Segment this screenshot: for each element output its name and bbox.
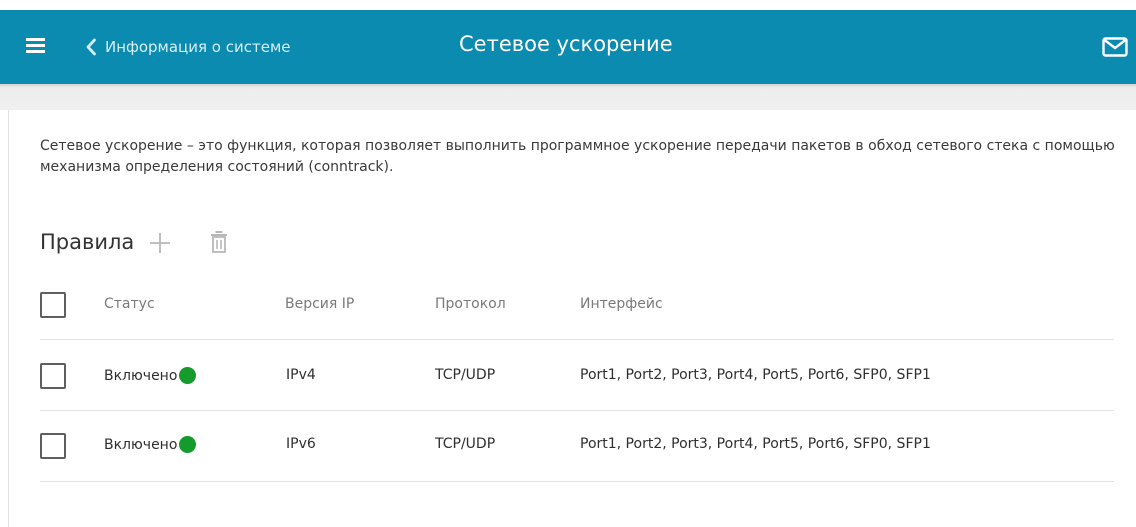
page-title: Сетевое ускорение — [459, 32, 673, 56]
plus-icon — [150, 233, 170, 253]
status-indicator-dot — [179, 436, 197, 453]
row-checkbox[interactable] — [40, 363, 66, 389]
status-cell: Включено — [104, 436, 197, 453]
status-indicator-dot — [179, 367, 197, 384]
column-header-interface: Интерфейс — [580, 296, 663, 312]
protocol-cell: TCP/UDP — [435, 436, 496, 452]
hamburger-menu-icon[interactable] — [26, 38, 45, 54]
ip-version-cell: IPv6 — [286, 436, 316, 452]
top-app-bar: Информация о системе Сетевое ускорение — [0, 10, 1136, 84]
table-row-divider — [40, 410, 1114, 411]
chevron-left-icon — [86, 38, 96, 56]
table-divider — [40, 339, 1114, 340]
interface-cell: Port1, Port2, Port3, Port4, Port5, Port6… — [580, 367, 931, 383]
back-link-label: Информация о системе — [105, 38, 291, 56]
protocol-cell: TCP/UDP — [435, 367, 496, 383]
select-all-checkbox[interactable] — [40, 292, 66, 318]
status-label: Включено — [104, 436, 178, 453]
status-cell: Включено — [104, 367, 197, 384]
envelope-icon[interactable] — [1102, 37, 1128, 57]
ip-version-cell: IPv4 — [286, 367, 316, 383]
trash-icon — [211, 231, 227, 253]
header-shadow — [0, 84, 1136, 110]
column-header-ip-version: Версия IP — [285, 296, 355, 312]
page-description: Сетевое ускорение – это функция, которая… — [40, 138, 1115, 175]
column-header-protocol: Протокол — [435, 296, 506, 312]
rules-section-title: Правила — [40, 230, 135, 254]
back-link[interactable]: Информация о системе — [85, 34, 291, 60]
interface-cell: Port1, Port2, Port3, Port4, Port5, Port6… — [580, 436, 931, 452]
add-rule-button[interactable] — [148, 231, 172, 255]
delete-rule-button[interactable] — [209, 229, 229, 255]
table-row-divider — [40, 481, 1114, 482]
column-header-status: Статус — [104, 296, 155, 312]
row-checkbox[interactable] — [40, 433, 66, 459]
status-label: Включено — [104, 367, 178, 384]
